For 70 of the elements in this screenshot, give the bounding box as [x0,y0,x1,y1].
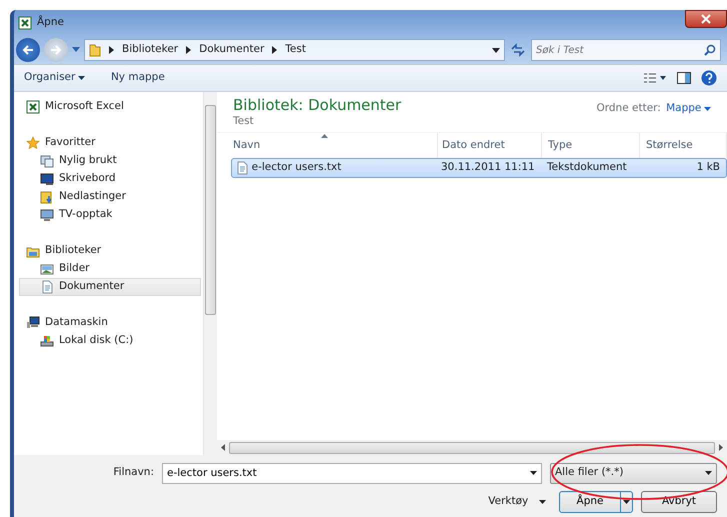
breadcrumb[interactable]: Dokumenter [199,42,264,58]
arrange-label: Ordne etter: [596,101,661,116]
recent-places-icon [40,154,54,168]
pictures-icon [40,262,54,276]
file-size: 1 kB [696,160,721,176]
vertical-scrollbar[interactable] [203,92,217,455]
sidebar-item[interactable]: Favoritter [19,134,201,152]
library-subtitle: Test [233,114,255,129]
sidebar-item[interactable]: Lokal disk (C:) [19,332,201,350]
view-options-icon[interactable] [644,73,666,83]
sidebar-item[interactable]: Nylig brukt [19,152,201,170]
forward-arrow-icon [50,44,62,56]
document-icon [40,280,54,294]
star-icon [26,136,40,150]
file-type-dropdown[interactable]: Alle filer (*.*) [550,462,717,484]
library-title: Bibliotek: Dokumenter [233,96,402,114]
preview-pane-icon[interactable] [676,72,690,84]
excel-icon [26,100,40,114]
drive-icon [40,334,54,348]
back-button[interactable] [16,38,40,62]
filename-label: Filnavn: [113,465,154,480]
sidebar-item[interactable]: Skrivebord [19,170,201,188]
tools-menu[interactable]: Verktøy [488,494,546,510]
sidebar-item[interactable]: Microsoft Excel [19,98,201,116]
chevron-icon [186,46,192,54]
document-icon [235,161,249,175]
chevron-icon [109,46,114,54]
dropdown-caret-icon[interactable] [492,48,500,52]
desktop-icon [40,172,54,186]
sidebar-item[interactable]: Biblioteker [19,242,201,260]
sidebar-item[interactable]: Bilder [19,260,201,278]
horizontal-scrollbar[interactable] [217,440,727,455]
breadcrumb[interactable]: Biblioteker [122,42,178,58]
dropdown-caret-icon [530,471,537,475]
history-caret-icon[interactable] [72,47,80,53]
filename-field[interactable]: e-lector users.txt [162,462,542,484]
file-name: e-lector users.txt [252,160,342,176]
back-arrow-icon [22,44,34,56]
file-date: 30.11.2011 11:11 [440,160,536,176]
chevron-icon [272,46,278,54]
file-row[interactable]: e-lector users.txt 30.11.2011 11:11 Tekstdokument 1 kB [231,158,727,178]
download-folder-icon [40,190,54,204]
toolbar-button[interactable]: Organiser [24,70,85,86]
file-type: Tekstdokument [546,160,628,176]
caret-icon [623,500,630,504]
search-field[interactable]: Søk i Test [531,39,721,61]
left-arrow-icon [221,444,225,451]
close-icon [701,14,711,24]
monitor-icon [40,208,54,222]
right-arrow-icon [719,444,723,451]
window-title: Åpne [37,15,64,30]
arrange-dropdown[interactable]: Mappe [666,101,711,117]
address-bar[interactable]: Biblioteker Dokumenter Test [84,39,505,61]
caret-icon [704,107,711,112]
close-button[interactable] [685,10,727,28]
sidebar-item[interactable]: TV-opptak [19,206,201,224]
breadcrumb[interactable]: Test [285,42,306,58]
folder-icon [89,43,101,57]
excel-icon [18,16,32,30]
dropdown-caret-icon [705,471,712,475]
computer-icon [26,316,40,330]
sidebar-item[interactable]: Dokumenter [19,278,201,296]
search-icon [704,44,716,56]
toolbar-button[interactable]: Ny mappe [110,70,165,86]
sidebar-item[interactable]: Nedlastinger [19,188,201,206]
open-button[interactable]: Åpne [559,491,633,514]
caret-icon [538,500,546,504]
sidebar-item[interactable]: Datamaskin [19,314,201,332]
help-icon[interactable] [701,70,717,86]
refresh-icon[interactable] [509,41,527,59]
